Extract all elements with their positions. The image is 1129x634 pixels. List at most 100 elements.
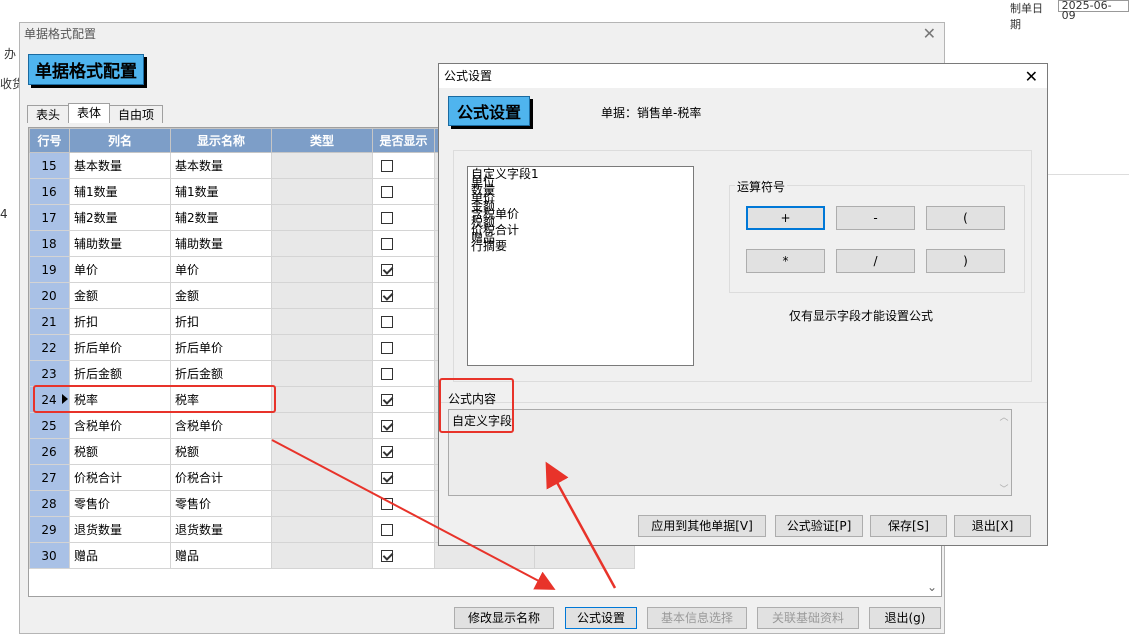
- show-checkbox[interactable]: [381, 524, 393, 536]
- close-icon[interactable]: ✕: [923, 23, 936, 45]
- show-cell[interactable]: [372, 334, 435, 361]
- show-cell[interactable]: [372, 230, 435, 257]
- show-cell[interactable]: [372, 360, 435, 387]
- field-list-item[interactable]: 行摘要: [471, 240, 690, 252]
- display-name[interactable]: 税额: [170, 438, 272, 465]
- scroll-down-icon[interactable]: ⌄: [927, 580, 937, 594]
- table-row[interactable]: 30 赠品 赠品: [29, 542, 635, 569]
- display-name[interactable]: 基本数量: [170, 152, 272, 179]
- column-name[interactable]: 税额: [69, 438, 171, 465]
- show-checkbox[interactable]: [381, 316, 393, 328]
- column-name[interactable]: 退货数量: [69, 516, 171, 543]
- show-cell[interactable]: [372, 516, 435, 543]
- tab-free-items[interactable]: 自由项: [109, 105, 164, 123]
- verify-button[interactable]: 公式验证[P]: [775, 515, 863, 537]
- op-multiply-button[interactable]: *: [746, 249, 825, 273]
- tab-body[interactable]: 表体: [68, 103, 111, 123]
- field-list-item[interactable]: 自定义字段1: [471, 168, 690, 180]
- field-list-item[interactable]: 单价: [471, 192, 690, 204]
- type-cell[interactable]: [271, 438, 373, 465]
- type-cell[interactable]: [271, 490, 373, 517]
- scroll-up-icon[interactable]: ︿: [997, 410, 1011, 423]
- op-lparen-button[interactable]: (: [926, 206, 1005, 230]
- show-cell[interactable]: [372, 412, 435, 439]
- show-cell[interactable]: [372, 490, 435, 517]
- type-cell[interactable]: [271, 152, 373, 179]
- show-checkbox[interactable]: [381, 342, 393, 354]
- column-name[interactable]: 辅1数量: [69, 178, 171, 205]
- display-name[interactable]: 退货数量: [170, 516, 272, 543]
- scroll-down-icon[interactable]: ﹀: [997, 482, 1011, 495]
- type-cell[interactable]: [271, 256, 373, 283]
- type-cell[interactable]: [271, 516, 373, 543]
- op-plus-button[interactable]: +: [746, 206, 825, 230]
- column-name[interactable]: 折后单价: [69, 334, 171, 361]
- display-name[interactable]: 折后单价: [170, 334, 272, 361]
- type-cell[interactable]: [271, 412, 373, 439]
- show-checkbox[interactable]: [381, 472, 393, 484]
- column-name[interactable]: 辅2数量: [69, 204, 171, 231]
- formula-settings-button[interactable]: 公式设置: [565, 607, 637, 629]
- show-checkbox[interactable]: [381, 498, 393, 510]
- display-name[interactable]: 赠品: [170, 542, 272, 569]
- col-header-no[interactable]: 行号: [29, 128, 70, 153]
- display-name[interactable]: 辅2数量: [170, 204, 272, 231]
- op-rparen-button[interactable]: ): [926, 249, 1005, 273]
- column-name[interactable]: 零售价: [69, 490, 171, 517]
- column-name[interactable]: 价税合计: [69, 464, 171, 491]
- type-cell[interactable]: [271, 230, 373, 257]
- type-cell[interactable]: [271, 204, 373, 231]
- type-cell[interactable]: [271, 464, 373, 491]
- show-cell[interactable]: [372, 308, 435, 335]
- type-cell[interactable]: [271, 178, 373, 205]
- display-name[interactable]: 辅助数量: [170, 230, 272, 257]
- show-checkbox[interactable]: [381, 264, 393, 276]
- type-cell[interactable]: [271, 308, 373, 335]
- tab-header[interactable]: 表头: [27, 105, 70, 123]
- display-name[interactable]: 折后金额: [170, 360, 272, 387]
- op-minus-button[interactable]: -: [836, 206, 915, 230]
- column-name[interactable]: 折后金额: [69, 360, 171, 387]
- column-name[interactable]: 金额: [69, 282, 171, 309]
- column-name[interactable]: 含税单价: [69, 412, 171, 439]
- show-cell[interactable]: [372, 256, 435, 283]
- field-list[interactable]: 自定义字段1 单位 数量 单价 金额 含税单价 税额 价税合计 赠品 行摘要: [467, 166, 694, 366]
- formula-textarea[interactable]: 自定义字段 ︿ ﹀: [448, 409, 1012, 496]
- col-header-display[interactable]: 显示名称: [170, 128, 272, 153]
- exit-button[interactable]: 退出(g): [869, 607, 941, 629]
- show-checkbox[interactable]: [381, 368, 393, 380]
- column-name[interactable]: 折扣: [69, 308, 171, 335]
- show-cell[interactable]: [372, 464, 435, 491]
- show-checkbox[interactable]: [381, 420, 393, 432]
- show-cell[interactable]: [372, 386, 435, 413]
- column-name[interactable]: 赠品: [69, 542, 171, 569]
- col-header-show[interactable]: 是否显示: [372, 128, 435, 153]
- show-checkbox[interactable]: [381, 550, 393, 562]
- column-name[interactable]: 辅助数量: [69, 230, 171, 257]
- show-cell[interactable]: [372, 438, 435, 465]
- related-data-button[interactable]: 关联基础资料: [757, 607, 859, 629]
- column-name[interactable]: 基本数量: [69, 152, 171, 179]
- show-checkbox[interactable]: [381, 238, 393, 250]
- close-icon[interactable]: ✕: [1025, 65, 1038, 89]
- display-name[interactable]: 价税合计: [170, 464, 272, 491]
- display-name[interactable]: 单价: [170, 256, 272, 283]
- field-list-item[interactable]: 数量: [471, 184, 690, 196]
- show-checkbox[interactable]: [381, 186, 393, 198]
- type-cell[interactable]: [271, 360, 373, 387]
- type-cell[interactable]: [271, 334, 373, 361]
- col-header-type[interactable]: 类型: [271, 128, 373, 153]
- dialog-exit-button[interactable]: 退出[X]: [954, 515, 1031, 537]
- show-cell[interactable]: [372, 152, 435, 179]
- show-checkbox[interactable]: [381, 212, 393, 224]
- rename-button[interactable]: 修改显示名称: [454, 607, 554, 629]
- show-checkbox[interactable]: [381, 290, 393, 302]
- show-checkbox[interactable]: [381, 160, 393, 172]
- show-checkbox[interactable]: [381, 394, 393, 406]
- show-cell[interactable]: [372, 282, 435, 309]
- op-divide-button[interactable]: /: [836, 249, 915, 273]
- show-checkbox[interactable]: [381, 446, 393, 458]
- display-name[interactable]: 零售价: [170, 490, 272, 517]
- col-header-name[interactable]: 列名: [69, 128, 171, 153]
- type-cell[interactable]: [271, 542, 373, 569]
